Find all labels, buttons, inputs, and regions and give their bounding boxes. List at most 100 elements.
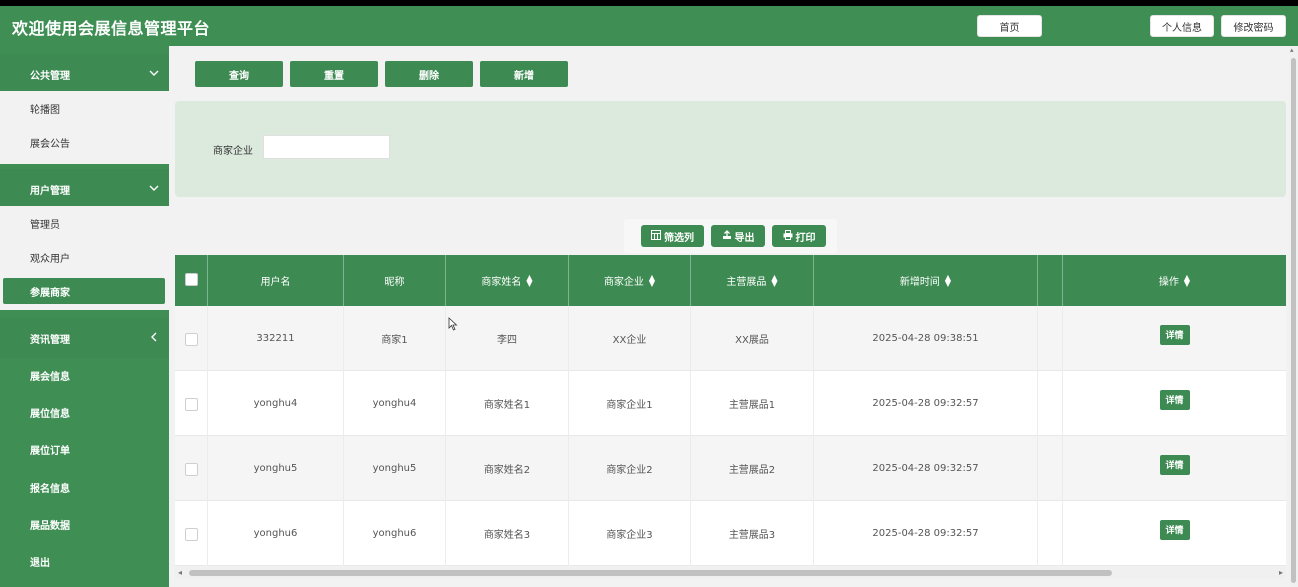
home-button[interactable]: 首页	[977, 15, 1042, 37]
sort-icon[interactable]: ▲ ▼	[649, 273, 655, 287]
scroll-right-icon[interactable]: ▸	[1279, 568, 1283, 577]
horizontal-scroll-thumb[interactable]	[189, 570, 1112, 576]
top-header: 欢迎使用会展信息管理平台 首页 个人信息 修改密码	[0, 6, 1298, 46]
sort-icon[interactable]: ▲ ▼	[1184, 273, 1190, 287]
detail-button[interactable]: 详情	[1159, 324, 1190, 345]
cell-operation: 详情	[1063, 436, 1286, 501]
cell-spacer	[1038, 436, 1063, 501]
table-header: 用户名 昵称 商家姓名 ▲ ▼ 商家企业 ▲ ▼ 主营展品 ▲ ▼ 新增时间 ▲ ▼	[175, 255, 1286, 306]
sidebar-item-admins[interactable]: 管理员	[0, 206, 169, 240]
sidebar-group-label: 公共管理	[30, 70, 70, 82]
cell-merchant-name: 商家姓名1	[446, 371, 569, 436]
scroll-left-icon[interactable]: ◂	[178, 568, 182, 577]
col-main-exhibits-label: 主营展品	[726, 277, 767, 288]
col-created-time[interactable]: 新增时间 ▲ ▼	[814, 255, 1038, 306]
merchant-company-input[interactable]	[263, 135, 390, 159]
detail-button[interactable]: 详情	[1159, 389, 1190, 410]
cell-created-time: 2025-04-28 09:32:57	[814, 436, 1038, 501]
col-operation[interactable]: 操作 ▲ ▼	[1063, 255, 1286, 306]
cell-created-time: 2025-04-28 09:32:57	[814, 371, 1038, 436]
row-checkbox[interactable]	[185, 463, 198, 476]
cell-created-time: 2025-04-28 09:32:57	[814, 501, 1038, 566]
table-row: yonghu4 yonghu4 商家姓名1 商家企业1 主营展品1 2025-0…	[175, 371, 1286, 436]
cell-nickname: yonghu5	[344, 436, 446, 501]
sidebar-item-carousel[interactable]: 轮播图	[0, 91, 169, 125]
reset-button[interactable]: 重置	[290, 61, 378, 87]
col-nickname[interactable]: 昵称	[344, 255, 446, 306]
col-merchant-company[interactable]: 商家企业 ▲ ▼	[569, 255, 691, 306]
sort-icon[interactable]: ▲ ▼	[945, 273, 951, 287]
sidebar-item-booth-info[interactable]: 展位信息	[0, 394, 169, 431]
add-button[interactable]: 新增	[480, 61, 568, 87]
cell-merchant-company: 商家企业1	[569, 371, 691, 436]
cell-main-exhibits: 主营展品3	[691, 501, 814, 566]
cell-username: yonghu5	[208, 436, 344, 501]
table-toolbar: 筛选列 导出 打印	[624, 219, 837, 253]
cell-username: 332211	[208, 306, 344, 371]
row-checkbox[interactable]	[185, 528, 198, 541]
change-password-button[interactable]: 修改密码	[1221, 15, 1286, 37]
sort-icon[interactable]: ▲ ▼	[526, 273, 532, 287]
cell-spacer	[1038, 501, 1063, 566]
sidebar: 公共管理 轮播图 展会公告 用户管理 管理员 观众用户 参展商家 资讯管理 展会…	[0, 46, 169, 587]
col-username-label: 用户名	[260, 277, 291, 288]
vertical-scroll-thumb[interactable]	[1291, 58, 1296, 583]
col-operation-label: 操作	[1158, 277, 1179, 288]
col-spacer	[1038, 255, 1063, 306]
cell-merchant-name: 李四	[446, 306, 569, 371]
print-button[interactable]: 打印	[772, 225, 826, 247]
detail-button[interactable]: 详情	[1159, 454, 1190, 475]
sidebar-item-audience[interactable]: 观众用户	[0, 240, 169, 274]
chevron-down-icon	[147, 66, 161, 80]
vertical-scrollbar[interactable]: ▴	[1289, 46, 1298, 587]
cell-main-exhibits: 主营展品2	[691, 436, 814, 501]
cell-created-time: 2025-04-28 09:38:51	[814, 306, 1038, 371]
cell-spacer	[1038, 371, 1063, 436]
detail-button[interactable]: 详情	[1159, 519, 1190, 540]
cell-operation: 详情	[1063, 371, 1286, 436]
table-row: yonghu6 yonghu6 商家姓名3 商家企业3 主营展品3 2025-0…	[175, 501, 1286, 566]
sidebar-item-logout[interactable]: 退出	[0, 543, 169, 580]
horizontal-scrollbar[interactable]: ◂ ▸	[175, 567, 1286, 579]
delete-button[interactable]: 删除	[385, 61, 473, 87]
col-merchant-name[interactable]: 商家姓名 ▲ ▼	[446, 255, 569, 306]
sidebar-item-exhibition-info[interactable]: 展会信息	[0, 357, 169, 394]
cell-merchant-company: 商家企业3	[569, 501, 691, 566]
col-username[interactable]: 用户名	[208, 255, 344, 306]
cell-username: yonghu6	[208, 501, 344, 566]
sidebar-item-booth-orders[interactable]: 展位订单	[0, 431, 169, 468]
col-merchant-company-label: 商家企业	[603, 277, 644, 288]
sidebar-item-announcement[interactable]: 展会公告	[0, 125, 169, 159]
cell-nickname: yonghu4	[344, 371, 446, 436]
filter-columns-button[interactable]: 筛选列	[641, 225, 704, 247]
mouse-cursor-icon	[448, 317, 458, 331]
row-checkbox[interactable]	[185, 398, 198, 411]
sidebar-item-registrations[interactable]: 报名信息	[0, 469, 169, 506]
row-select-cell	[175, 371, 208, 436]
sidebar-group-label: 用户管理	[30, 185, 70, 197]
sidebar-item-exhibitors[interactable]: 参展商家	[3, 278, 165, 304]
export-icon	[722, 229, 732, 243]
chevron-down-icon	[147, 181, 161, 195]
sidebar-group-news[interactable]: 资讯管理	[0, 318, 169, 358]
profile-button[interactable]: 个人信息	[1150, 15, 1214, 37]
scroll-up-icon[interactable]: ▴	[1290, 46, 1294, 54]
row-checkbox[interactable]	[185, 333, 198, 346]
export-button[interactable]: 导出	[711, 225, 765, 247]
cell-merchant-company: 商家企业2	[569, 436, 691, 501]
col-main-exhibits[interactable]: 主营展品 ▲ ▼	[691, 255, 814, 306]
export-label: 导出	[734, 232, 755, 244]
cell-nickname: 商家1	[344, 306, 446, 371]
columns-icon	[651, 229, 661, 243]
sidebar-group-public[interactable]: 公共管理	[0, 54, 169, 94]
query-button[interactable]: 查询	[195, 61, 283, 87]
col-merchant-name-label: 商家姓名	[481, 277, 522, 288]
table-row: yonghu5 yonghu5 商家姓名2 商家企业2 主营展品2 2025-0…	[175, 436, 1286, 501]
sidebar-item-exhibit-data[interactable]: 展品数据	[0, 506, 169, 543]
sidebar-group-users[interactable]: 用户管理	[0, 169, 169, 209]
cell-merchant-name: 商家姓名3	[446, 501, 569, 566]
select-all-checkbox[interactable]	[185, 273, 198, 286]
cell-username: yonghu4	[208, 371, 344, 436]
sort-icon[interactable]: ▲ ▼	[771, 273, 777, 287]
cell-operation: 详情	[1063, 306, 1286, 371]
